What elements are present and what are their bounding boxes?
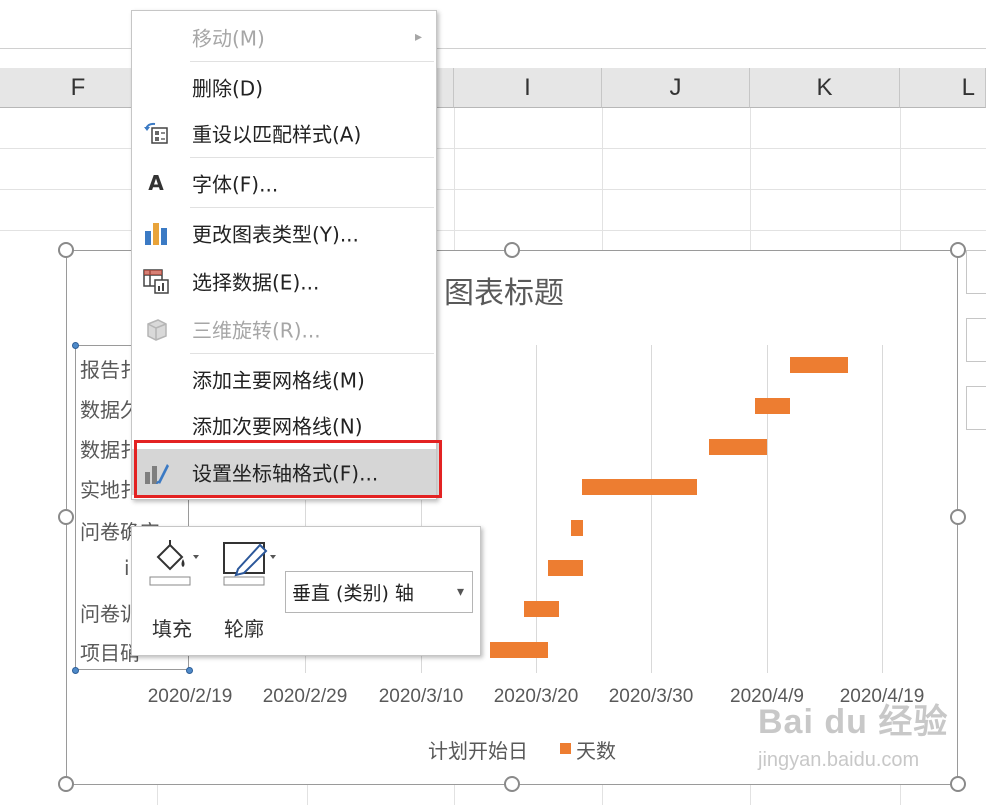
chart-elements-button[interactable] [966,250,986,294]
menu-item-label: 删除(D) [192,76,264,101]
column-l-label: L [961,74,975,101]
dropdown-arrow-icon: ▾ [456,584,464,600]
annotation-highlight [134,440,442,498]
pen-outline-icon [223,542,276,586]
3d-rotate-icon [147,319,167,341]
menu-item-move[interactable]: 移动(M) ▸ [132,15,436,59]
axis-handle[interactable] [72,667,79,674]
gantt-bar[interactable] [709,439,767,455]
gantt-bar[interactable] [755,398,790,414]
menu-item-label: 选择数据(E)... [192,270,320,295]
context-menu: 移动(M) ▸ 删除(D) 重设以匹配样式(A) A 字体(F)... 更改图表… [131,10,437,500]
fill-label: 填充 [152,617,192,641]
chart-element-value: 垂直 (类别) 轴 [292,582,414,605]
legend-series2: 天数 [576,739,616,763]
watermark-brand: Bai du 经验 [758,703,949,741]
resize-handle-right[interactable] [950,509,966,525]
menu-item-label: 添加次要网格线(N) [192,414,363,439]
major-gridline [882,345,883,673]
resize-handle-bottom-left[interactable] [58,776,74,792]
x-tick-label: 2020/3/30 [608,686,694,707]
gantt-bar[interactable] [524,601,559,617]
gantt-bar[interactable] [548,560,583,576]
mini-toolbar: 填充 轮廓 垂直 (类别) 轴 ▾ [131,526,481,656]
menu-item-reset-style[interactable]: 重设以匹配样式(A) [132,111,436,155]
x-tick-label: 2020/2/19 [147,686,233,707]
chart-styles-button[interactable] [966,318,986,362]
watermark-url: jingyan.baidu.com [758,749,920,771]
chart-element-dropdown[interactable]: 垂直 (类别) 轴 ▾ [285,571,473,613]
gantt-bar[interactable] [571,520,583,536]
menu-item-add-major-gridlines[interactable]: 添加主要网格线(M) [132,357,436,401]
resize-handle-bottom-right[interactable] [950,776,966,792]
font-icon: A [148,171,164,195]
major-gridline [767,345,768,673]
legend-swatch [560,743,571,754]
outline-label: 轮廓 [224,617,264,641]
resize-handle-top[interactable] [504,242,520,258]
menu-separator [190,207,434,208]
menu-separator [190,353,434,354]
chart-filters-button[interactable] [966,386,986,430]
x-tick-label: 2020/2/29 [262,686,348,707]
major-gridline [651,345,652,673]
column-header-i[interactable]: I [454,68,602,108]
menu-separator [190,157,434,158]
menu-item-select-data[interactable]: 选择数据(E)... [132,259,436,303]
reset-style-icon [144,122,168,144]
menu-item-label: 重设以匹配样式(A) [192,122,362,147]
gantt-bar[interactable] [582,479,697,495]
axis-label: i [124,556,130,580]
chart-type-icon [145,223,167,245]
menu-item-3d-rotation[interactable]: 三维旋转(R)... [132,307,436,351]
legend-series1: 计划开始日 [428,739,528,763]
menu-item-change-chart-type[interactable]: 更改图表类型(Y)... [132,211,436,255]
chart-title[interactable]: 图表标题 [444,268,564,312]
resize-handle-top-right[interactable] [950,242,966,258]
x-tick-label: 2020/3/10 [378,686,464,707]
watermark: Bai du 经验 jingyan.baidu.com [758,694,948,772]
fill-button[interactable]: 填充 [146,537,212,641]
axis-handle[interactable] [186,667,193,674]
menu-item-font[interactable]: A 字体(F)... [132,161,436,205]
gantt-bar[interactable] [490,642,548,658]
gantt-bar[interactable] [790,357,848,373]
major-gridline [536,345,537,673]
outline-button[interactable]: 轮廓 [220,537,282,641]
menu-item-label: 三维旋转(R)... [192,318,321,343]
menu-item-delete[interactable]: 删除(D) [132,65,436,109]
resize-handle-bottom[interactable] [504,776,520,792]
select-data-icon [143,269,169,294]
menu-item-label: 更改图表类型(Y)... [192,222,359,247]
menu-item-label: 字体(F)... [192,172,279,197]
paint-bucket-icon [149,540,199,586]
menu-item-label: 添加主要网格线(M) [192,368,365,393]
x-tick-label: 2020/3/20 [493,686,579,707]
axis-handle[interactable] [72,342,79,349]
submenu-arrow-icon: ▸ [414,29,422,45]
resize-handle-top-left[interactable] [58,242,74,258]
column-header-k[interactable]: K [750,68,900,108]
column-header-l[interactable]: L [900,68,986,108]
menu-item-label: 移动(M) [192,26,265,51]
menu-separator [190,61,434,62]
column-header-j[interactable]: J [602,68,750,108]
resize-handle-left[interactable] [58,509,74,525]
